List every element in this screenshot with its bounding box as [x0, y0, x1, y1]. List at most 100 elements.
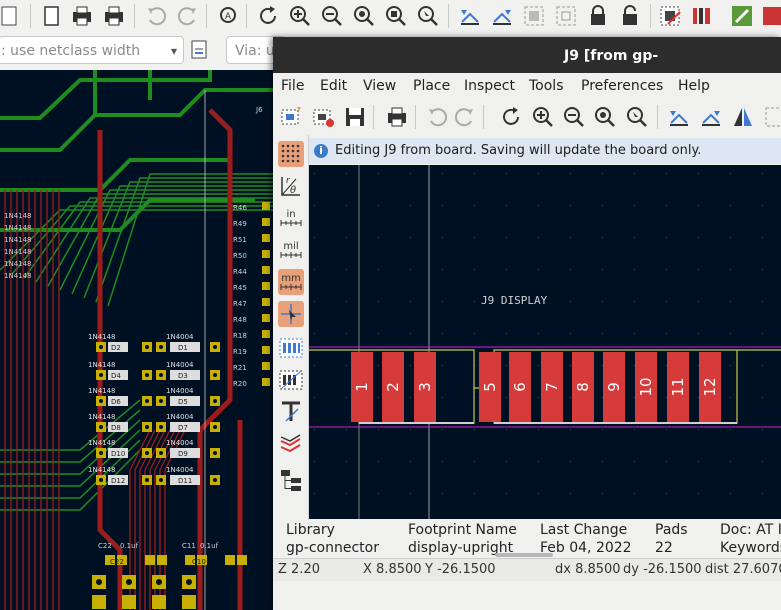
zoom-fit-icon[interactable] — [352, 4, 376, 28]
footprint-tree-icon[interactable] — [278, 467, 304, 493]
grid-dot — [378, 301, 379, 302]
units-mm-icon[interactable]: mm — [278, 269, 304, 295]
rotate-ccw-icon[interactable] — [458, 4, 482, 28]
grid-dot — [442, 269, 443, 270]
save-icon[interactable] — [343, 105, 367, 129]
text-outline-icon[interactable] — [278, 399, 304, 425]
grid-dot — [634, 333, 635, 334]
grid-dot — [602, 237, 603, 238]
unlock-icon[interactable] — [618, 4, 642, 28]
bug-icon[interactable] — [760, 4, 781, 28]
pad-hole — [213, 345, 217, 349]
layer-pair-icon[interactable] — [188, 38, 212, 62]
create-footprint-icon[interactable] — [311, 105, 335, 129]
zoom-fit-icon[interactable] — [593, 105, 617, 129]
units-mil-icon[interactable]: mil — [278, 237, 304, 263]
find-icon[interactable]: A — [216, 4, 240, 28]
pad-hole — [213, 399, 217, 403]
ungroup-icon[interactable] — [554, 4, 578, 28]
pad-hole — [159, 399, 163, 403]
grid-dot — [346, 461, 347, 462]
refresh-icon[interactable] — [499, 105, 523, 129]
undo-icon[interactable] — [425, 105, 449, 129]
show-graphics-outline-icon[interactable] — [278, 367, 304, 393]
print-icon[interactable] — [385, 105, 409, 129]
resize-grip[interactable] — [495, 553, 553, 557]
mirror-icon[interactable] — [731, 105, 755, 129]
menu-edit[interactable]: Edit — [320, 78, 347, 94]
window-titlebar[interactable]: J9 [from gp-mpu.kicad_pcb] — — [273, 37, 781, 102]
grid-toggle-icon[interactable] — [278, 141, 304, 167]
scripting-icon[interactable] — [730, 4, 754, 28]
zoom-fit-objects-icon[interactable] — [384, 4, 408, 28]
footprint-canvas[interactable]: J9 DISPLAY 1 2 3 5 6 7 8 9 10 11 12 — [309, 165, 781, 519]
zoom-in-icon[interactable] — [531, 105, 555, 129]
units-inch-icon[interactable]: in — [278, 205, 304, 231]
zoom-out-icon[interactable] — [320, 4, 344, 28]
menu-tools[interactable]: Tools — [529, 78, 564, 94]
part-label: 1N4148 — [88, 361, 116, 369]
show-pads-icon[interactable] — [278, 335, 304, 361]
menu-preferences[interactable]: Preferences — [581, 78, 663, 94]
grid-dot — [698, 397, 699, 398]
menu-file[interactable]: File — [281, 78, 304, 94]
zoom-in-icon[interactable] — [288, 4, 312, 28]
pad: 7 — [541, 352, 563, 422]
footprint-browser-icon[interactable] — [690, 4, 714, 28]
doc-label: Doc: AT IS — [720, 522, 781, 538]
group-icon[interactable] — [763, 105, 781, 129]
redo-icon[interactable] — [176, 4, 200, 28]
ref-label: D8 — [111, 424, 121, 432]
polar-coords-icon[interactable]: θr — [278, 173, 304, 199]
print-icon[interactable] — [70, 4, 94, 28]
grid-dot — [570, 365, 571, 366]
net-highlight-icon[interactable] — [278, 431, 304, 457]
grid-dot — [506, 461, 507, 462]
library-label: Library — [286, 522, 335, 538]
new-footprint-icon[interactable] — [279, 105, 303, 129]
refresh-icon[interactable] — [256, 4, 280, 28]
plot-icon[interactable] — [102, 4, 126, 28]
grid-dot — [474, 173, 475, 174]
rotate-ccw-icon[interactable] — [667, 105, 691, 129]
pad-hole — [145, 425, 149, 429]
rotate-cw-icon[interactable] — [699, 105, 723, 129]
footprint-editor-icon[interactable] — [658, 4, 682, 28]
group-icon[interactable] — [522, 4, 546, 28]
ref-label: D9 — [178, 450, 188, 458]
pad-hole — [159, 345, 163, 349]
zoom-selection-icon[interactable] — [416, 4, 440, 28]
full-crosshair-icon[interactable] — [278, 301, 304, 327]
zoom-selection-icon[interactable] — [625, 105, 649, 129]
page-settings-icon[interactable] — [40, 4, 64, 28]
zoom-out-icon[interactable] — [562, 105, 586, 129]
menu-help[interactable]: Help — [678, 78, 710, 94]
grid-dot — [346, 365, 347, 366]
undo-icon[interactable] — [144, 4, 168, 28]
pad-hole — [99, 451, 103, 455]
grid-dot — [602, 269, 603, 270]
rotate-cw-icon[interactable] — [490, 4, 514, 28]
part-label: 1N4148 — [4, 224, 32, 232]
menu-inspect[interactable]: Inspect — [464, 78, 515, 94]
grid-dot — [730, 429, 731, 430]
lock-icon[interactable] — [586, 4, 610, 28]
pad-number: 7 — [543, 382, 561, 392]
part-label: 1N4004 — [166, 466, 194, 474]
main-toolbar: A — [0, 0, 781, 33]
trace — [197, 108, 233, 610]
track-width-select[interactable]: : use netclass width ▾ — [0, 36, 184, 64]
pad-number: 9 — [605, 382, 623, 392]
mil-label: mil — [283, 241, 298, 252]
menu-place[interactable]: Place — [413, 78, 450, 94]
grid-dot — [602, 397, 603, 398]
redo-icon[interactable] — [453, 105, 477, 129]
grid-dot — [634, 493, 635, 494]
grid-dot — [506, 237, 507, 238]
grid-dot — [570, 237, 571, 238]
new-board-icon[interactable] — [0, 4, 24, 28]
grid-dot — [762, 365, 763, 366]
resistors: R46 R49 R51 R50 R44 R45 R47 R48 R18 R19 R21 R20 — [233, 202, 270, 388]
menu-view[interactable]: View — [363, 78, 396, 94]
pcb-canvas[interactable]: D2 D1 1N4148 1N4004 D4 D3 1N4148 1N4004 D6 D5 1N41… — [0, 70, 275, 610]
